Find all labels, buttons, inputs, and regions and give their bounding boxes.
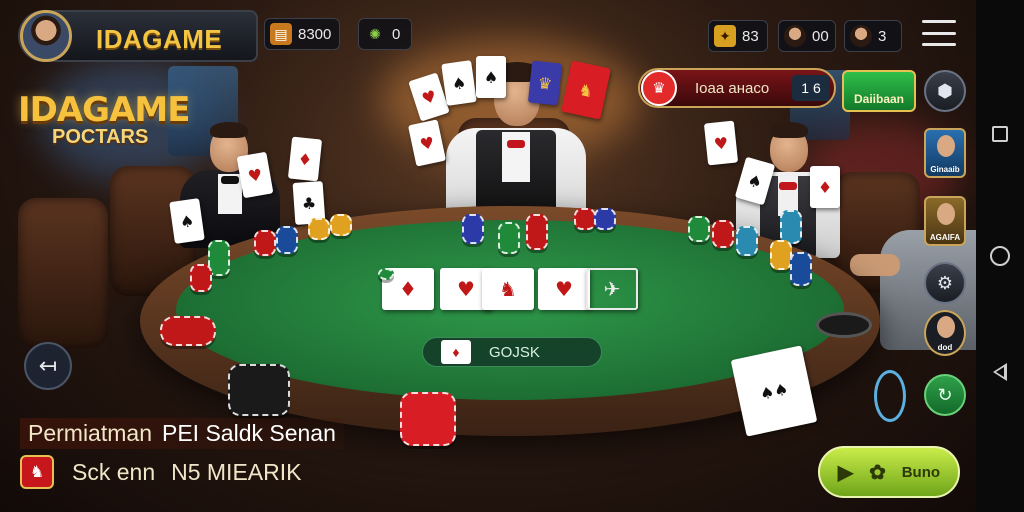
chip-stack [594,208,616,230]
stat-counter-c[interactable]: 3 [844,20,902,52]
gear-gem-icon: ✺ [369,25,381,42]
side-player-card[interactable]: AGAIFA [924,196,966,246]
square-icon [992,126,1008,142]
stat-c-value: 3 [878,27,887,45]
stat-counter-b[interactable]: 00 [778,20,836,52]
coins-counter[interactable]: ▤ 8300 [264,18,340,50]
coins-value: 8300 [298,25,332,43]
chat-icon[interactable]: ⬢ [924,70,966,112]
chef-hat-icon: ♛ [641,70,677,106]
chip-stack [462,214,484,244]
ticket-icon: ✦ [714,25,736,47]
playing-card: ♛ [527,60,563,106]
chair [18,198,108,348]
info-banner[interactable]: ♛ Ioaa aнaco 1 6 [638,68,836,108]
avatar[interactable] [20,10,72,62]
playing-card: ♠ [441,60,477,106]
chip-stack [780,210,802,244]
android-nav-bar [976,0,1024,512]
side-player-card[interactable]: Ginaaib [924,128,966,178]
chip-stack [308,218,330,240]
chip-stack [330,214,352,236]
chip-stack [254,230,276,256]
info-banner-count: 1 6 [792,75,830,101]
info-banner-text: Ioaa aнaco [695,79,770,97]
triangle-back-icon [993,363,1007,381]
chip-stack [190,264,212,292]
promo-line-1-b: PEI Saldk Senan [161,420,336,446]
logo-title: IDAGAME [18,90,190,130]
playing-card: ♠ [169,198,205,244]
community-card: ♞ [482,268,534,310]
promo-line-2-b: N5 MIEARIK [171,458,302,485]
stat-a-value: 83 [742,27,759,45]
chip-stack [574,208,596,230]
side-player-label: dod [937,343,953,352]
chip-stack [770,240,792,270]
side-player-card[interactable]: dod [924,310,966,356]
chip-stack [712,220,734,248]
home-button[interactable] [988,244,1012,268]
back-arrow-icon: ↤ [38,353,58,378]
brand-name: IDAGAME [96,24,223,54]
promo-line-2: ♞ Sck enn N5 MIEARIK [20,455,344,489]
promo-line-1-a: Permiatman [28,420,152,446]
store-badge[interactable]: Daiibaan [842,70,916,112]
stat-counter-a[interactable]: ✦ 83 [708,20,768,52]
pot-value: GOJSK [489,343,540,361]
back-button[interactable]: ↤ [24,342,72,390]
chip-stack [400,392,456,446]
circle-icon [990,246,1010,266]
profile-panel[interactable]: IDAGAME [18,10,258,62]
chip-stack [498,222,520,254]
friend-avatar-icon [784,25,806,47]
play-button-label: Buno [901,463,941,481]
game-logo: IDAGAME POCTARS [18,90,190,149]
chip-stack [688,216,710,242]
pot-display: ♦ GOJSK [422,337,602,367]
community-card: ♥ [538,268,590,310]
chip-stack [736,226,758,256]
hamburger-menu-icon[interactable] [922,20,956,46]
refresh-icon[interactable]: ↻ [924,374,966,416]
side-player-label: AGAIFA [929,233,961,242]
play-button[interactable]: ▶ ✿ Buno [818,446,960,498]
playing-card: ♥ [703,120,739,166]
system-back-button[interactable] [988,360,1012,384]
game-screen: ♥ ♠ ♠ ♛ ♞ ♥ ♥ ♠ ♦ ♣ ♥ ♠ ♦ ♠♠ ♦ ♥ ♞ ♥ ✈ I… [0,0,976,512]
chip-stack [790,252,812,286]
ring-icon[interactable] [874,370,906,422]
stat-b-value: 00 [812,27,829,45]
chip-stack [160,316,216,346]
play-arrow-icon: ▶ [837,461,854,484]
promo-line-1: Permiatman PEI Saldk Senan [20,418,344,449]
recents-button[interactable] [988,122,1012,146]
promo-text: Permiatman PEI Saldk Senan ♞ Sck enn N5 M… [20,418,344,489]
playing-card: ♦ [287,136,323,182]
cup-holder [816,312,872,338]
paw-icon: ✿ [869,461,886,484]
chip-stack [228,364,290,416]
promo-line-2-a: Sck enn [72,458,156,485]
player-avatar-icon [850,25,872,47]
playing-card: ♠ [476,56,506,98]
gems-counter[interactable]: ✺ 0 [358,18,412,50]
chip-stack [526,214,548,250]
gems-value: 0 [392,25,401,43]
community-card-slot: ✈ [586,268,638,310]
playing-card: ♦ [810,166,840,208]
side-player-label: Ginaaib [930,165,960,174]
card-deck-icon: ♦ [441,340,471,364]
coin-bag-icon: ▤ [270,23,292,45]
store-badge-label: Daiibaan [853,92,904,106]
chip [378,268,394,280]
shield-badge-icon: ♞ [20,455,54,489]
settings-icon[interactable]: ⚙ [924,262,966,304]
chip-stack [276,226,298,254]
